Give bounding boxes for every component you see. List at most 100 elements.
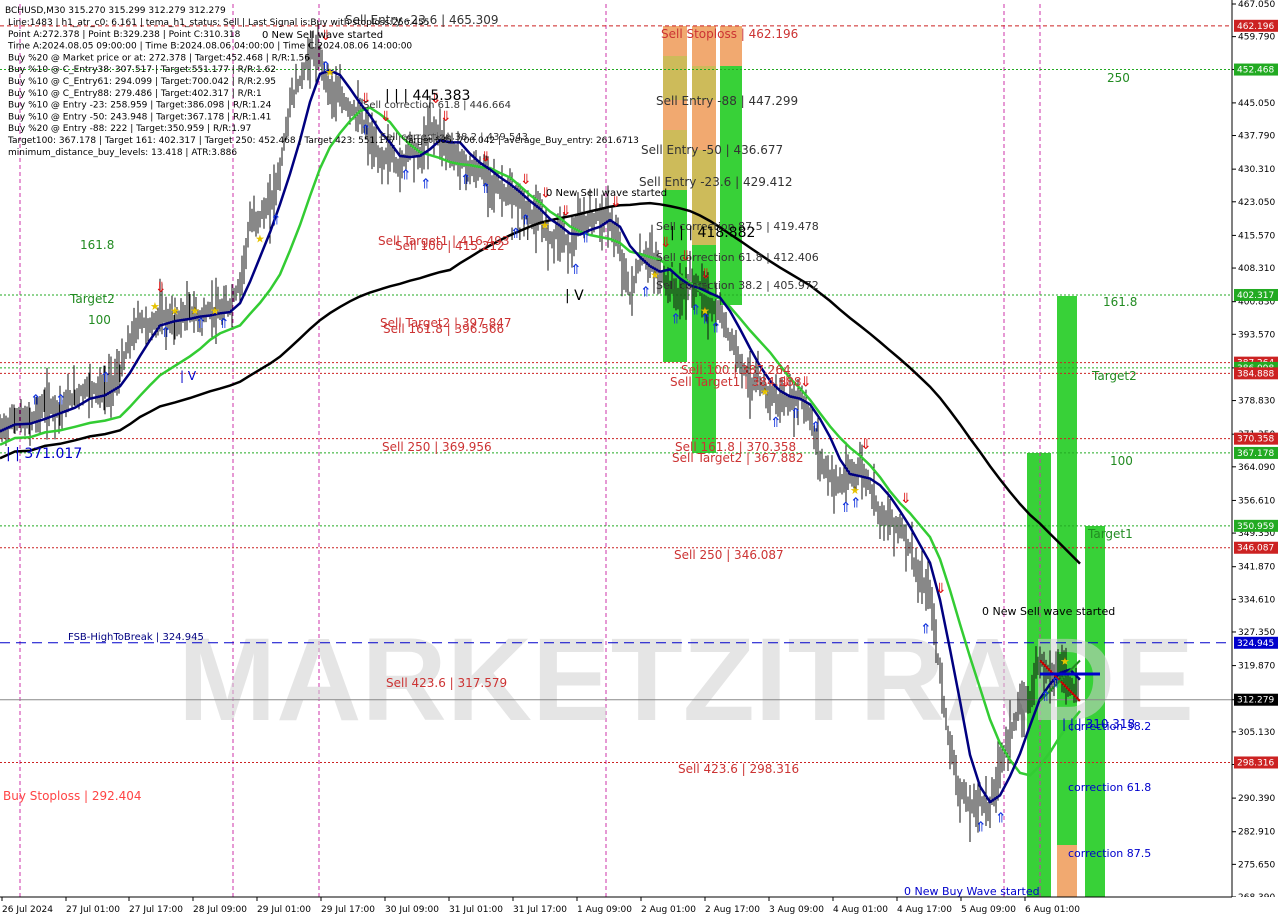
- sell-arrow-icon: ⇓: [935, 581, 947, 597]
- buy-arrow-icon: ⇑: [30, 392, 42, 408]
- price-tag-label: 350.959: [1237, 522, 1274, 532]
- buy-arrow-icon: ⇑: [570, 262, 582, 278]
- sell-arrow-icon: ⇓: [520, 172, 532, 188]
- chart-label: Target2: [69, 292, 115, 306]
- price-tick-label: 364.090: [1238, 463, 1275, 473]
- price-tick-label: 327.350: [1238, 628, 1275, 638]
- info-line: Point A:272.378 | Point B:329.238 | Poin…: [8, 30, 241, 40]
- star-icon: ★: [325, 66, 335, 79]
- star-icon: ★: [150, 300, 160, 313]
- chart-label: Sell correction 61.8 | 446.664: [363, 100, 511, 111]
- price-tag-label: 462.196: [1237, 22, 1274, 32]
- time-tick-label: 2 Aug 01:00: [641, 905, 696, 915]
- watermark-text: MARKETZITRADE: [178, 614, 1194, 746]
- buy-arrow-icon: ⇑: [710, 320, 722, 336]
- chart-label: correction 61.8: [1068, 781, 1151, 794]
- buy-arrow-icon: ⇑: [790, 406, 802, 422]
- time-tick-label: 4 Aug 01:00: [833, 905, 888, 915]
- chart-label: 0 New Buy Wave started: [904, 885, 1040, 898]
- info-line: Buy %10 @ Entry -23: 258.959 | Target:38…: [8, 101, 272, 111]
- info-line: Line:1483 | h1_atr_c0: 6.161 | tema_h1_s…: [8, 18, 429, 28]
- buy-arrow-icon: ⇑: [850, 496, 862, 512]
- chart-label: | V: [180, 369, 197, 383]
- price-tag-label: 324.945: [1237, 639, 1274, 649]
- chart-label: 250: [1107, 71, 1130, 85]
- info-line: Buy %10 @ C_Entry61: 294.099 | Target:70…: [8, 77, 276, 87]
- star-icon: ★: [170, 304, 180, 317]
- chart-label: Target1: [1087, 527, 1133, 541]
- buy-arrow-icon: ⇑: [270, 212, 282, 228]
- price-tick-label: 378.830: [1238, 397, 1275, 407]
- sell-arrow-icon: ⇓: [560, 203, 572, 219]
- time-tick-label: 31 Jul 17:00: [513, 905, 567, 915]
- buy-arrow-icon: ⇑: [670, 311, 682, 327]
- chart-label: Sell correction 38.2 | 405.972: [656, 279, 819, 292]
- chart-label: Sell 423.6 | 298.316: [678, 762, 799, 776]
- info-line: Target100: 367.178 | Target 161: 402.317…: [7, 136, 639, 146]
- price-tag-label: 452.468: [1237, 66, 1274, 76]
- buy-arrow-icon: ⇑: [100, 370, 112, 386]
- chart-label: Sell 423.6 | 317.579: [386, 676, 507, 690]
- price-tag-label: 384.888: [1237, 369, 1274, 379]
- buy-arrow-icon: ⇑: [400, 168, 412, 184]
- price-axis[interactable]: 467.050 459.790 452.468 445.050 437.790 430.3…: [1231, 0, 1280, 920]
- price-tick-label: 430.310: [1238, 165, 1275, 175]
- chart-label: 161.8: [1103, 295, 1137, 309]
- info-line: Buy %20 @ Entry -88: 222 | Target:350.95…: [8, 124, 251, 134]
- chart-label: Sell correction 61.8 | 412.406: [656, 251, 819, 264]
- chart-label: Sell Stoploss | 462.196: [661, 27, 798, 41]
- chart-label: Sell 100 | 415.212: [395, 239, 505, 253]
- chart-label: 161.8: [80, 238, 114, 252]
- info-line: Buy %10 @ Entry -50: 243.948 | Target:36…: [8, 112, 271, 122]
- sell-arrow-icon: ⇓: [440, 109, 452, 125]
- buy-arrow-icon: ⇑: [580, 230, 592, 246]
- chart-label: Sell Entry -23.6 | 429.412: [639, 175, 793, 189]
- buy-arrow-icon: ⇑: [975, 819, 987, 835]
- price-tick-label: 334.610: [1238, 595, 1275, 605]
- price-chart: MARKETZITRADE ⇑ ⇑⇑⇑⇑ ⇑⇑⇑⇑⇑⇑ ⇑⇑⇑⇑⇑⇑⇑⇑⇑⇑⇑⇑⇑⇑⇑…: [0, 0, 1280, 920]
- buy-arrow-icon: ⇑: [995, 810, 1007, 826]
- buy-arrow-icon: ⇑: [420, 177, 432, 193]
- time-tick-label: 30 Jul 09:00: [385, 905, 439, 915]
- buy-arrow-icon: ⇑: [460, 172, 472, 188]
- buy-arrow-icon: ⇑: [920, 622, 932, 638]
- price-tag-label: 402.317: [1237, 291, 1274, 301]
- time-axis-background: [0, 897, 1280, 920]
- time-tick-label: 31 Jul 01:00: [449, 905, 503, 915]
- star-icon: ★: [540, 219, 550, 232]
- buy-arrow-icon: ⇑: [1050, 675, 1062, 691]
- zone-block: [663, 190, 687, 362]
- price-tick-label: 437.790: [1238, 132, 1275, 142]
- price-tick-label: 467.050: [1238, 0, 1275, 10]
- time-tick-label: 28 Jul 09:00: [193, 905, 247, 915]
- chart-label: Target2: [1091, 369, 1137, 383]
- chart-label: Buy Stoploss | 292.404: [3, 789, 142, 803]
- buy-arrow-icon: ⇑: [640, 284, 652, 300]
- info-line: minimum_distance_buy_levels: 13.418 | AT…: [8, 148, 237, 158]
- watermark: MARKETZITRADE: [178, 614, 1194, 746]
- chart-label: 100: [1110, 454, 1133, 468]
- star-icon: ★: [700, 304, 710, 317]
- price-tick-label: 290.390: [1238, 794, 1275, 804]
- time-tick-label: 6 Aug 01:00: [1025, 905, 1080, 915]
- price-tick-label: 415.570: [1238, 231, 1275, 241]
- time-tick-label: 29 Jul 17:00: [321, 905, 375, 915]
- sell-arrow-icon: ⇓: [800, 374, 812, 390]
- time-axis[interactable]: 26 Jul 2024 27 Jul 01:00 27 Jul 17:00 28 Ju…: [0, 896, 1280, 920]
- chart-label: 0 New Sell wave started: [262, 30, 383, 41]
- price-tick-label: 341.870: [1238, 563, 1275, 573]
- time-tick-label: 1 Aug 09:00: [577, 905, 632, 915]
- buy-arrow-icon: ⇑: [810, 419, 822, 435]
- price-tag-label: 370.358: [1237, 435, 1274, 445]
- price-tick-label: 356.610: [1238, 496, 1275, 506]
- price-tick-label: 275.650: [1238, 860, 1275, 870]
- info-line: Buy %20 @ Market price or at: 272.378 | …: [8, 53, 310, 63]
- time-tick-label: 2 Aug 17:00: [705, 905, 760, 915]
- buy-arrow-icon: ⇑: [218, 316, 230, 332]
- time-tick-label: 29 Jul 01:00: [257, 905, 311, 915]
- price-tick-label: 445.050: [1238, 99, 1275, 109]
- time-tick-label: 4 Aug 17:00: [897, 905, 952, 915]
- info-line: Time A:2024.08.05 09:00:00 | Time B:2024…: [7, 42, 412, 52]
- price-tick-label: 423.050: [1238, 198, 1275, 208]
- buy-arrow-icon: ⇑: [480, 181, 492, 197]
